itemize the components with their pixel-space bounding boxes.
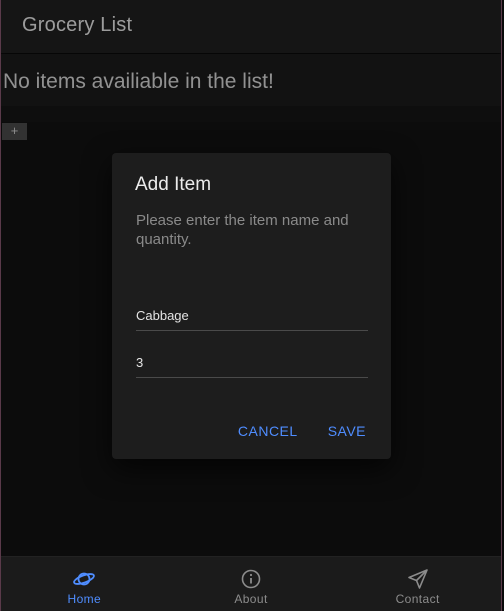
tab-bar: Home About Contact [1,556,501,611]
item-name-input[interactable] [136,300,368,330]
tab-label: About [234,592,268,606]
dialog-title: Add Item [135,174,212,195]
tab-label: Contact [395,592,440,606]
send-icon [407,569,428,589]
cancel-button[interactable]: CANCEL [238,423,298,439]
item-quantity-input[interactable] [136,347,368,377]
tab-label: Home [67,592,102,606]
tab-about[interactable]: About [168,557,335,611]
dialog-actions: CANCEL SAVE [238,423,366,439]
save-button[interactable]: SAVE [328,423,366,439]
item-name-field[interactable] [136,300,368,331]
info-icon [241,569,261,589]
app-window: Grocery List No items availiable in the … [0,0,502,611]
item-quantity-field[interactable] [136,347,368,378]
planet-icon [73,572,96,586]
dialog-message: Please enter the item name and quantity. [136,212,349,248]
tab-contact[interactable]: Contact [334,557,501,611]
tab-home[interactable]: Home [1,557,168,611]
add-item-dialog: Add Item Please enter the item name and … [112,153,391,459]
